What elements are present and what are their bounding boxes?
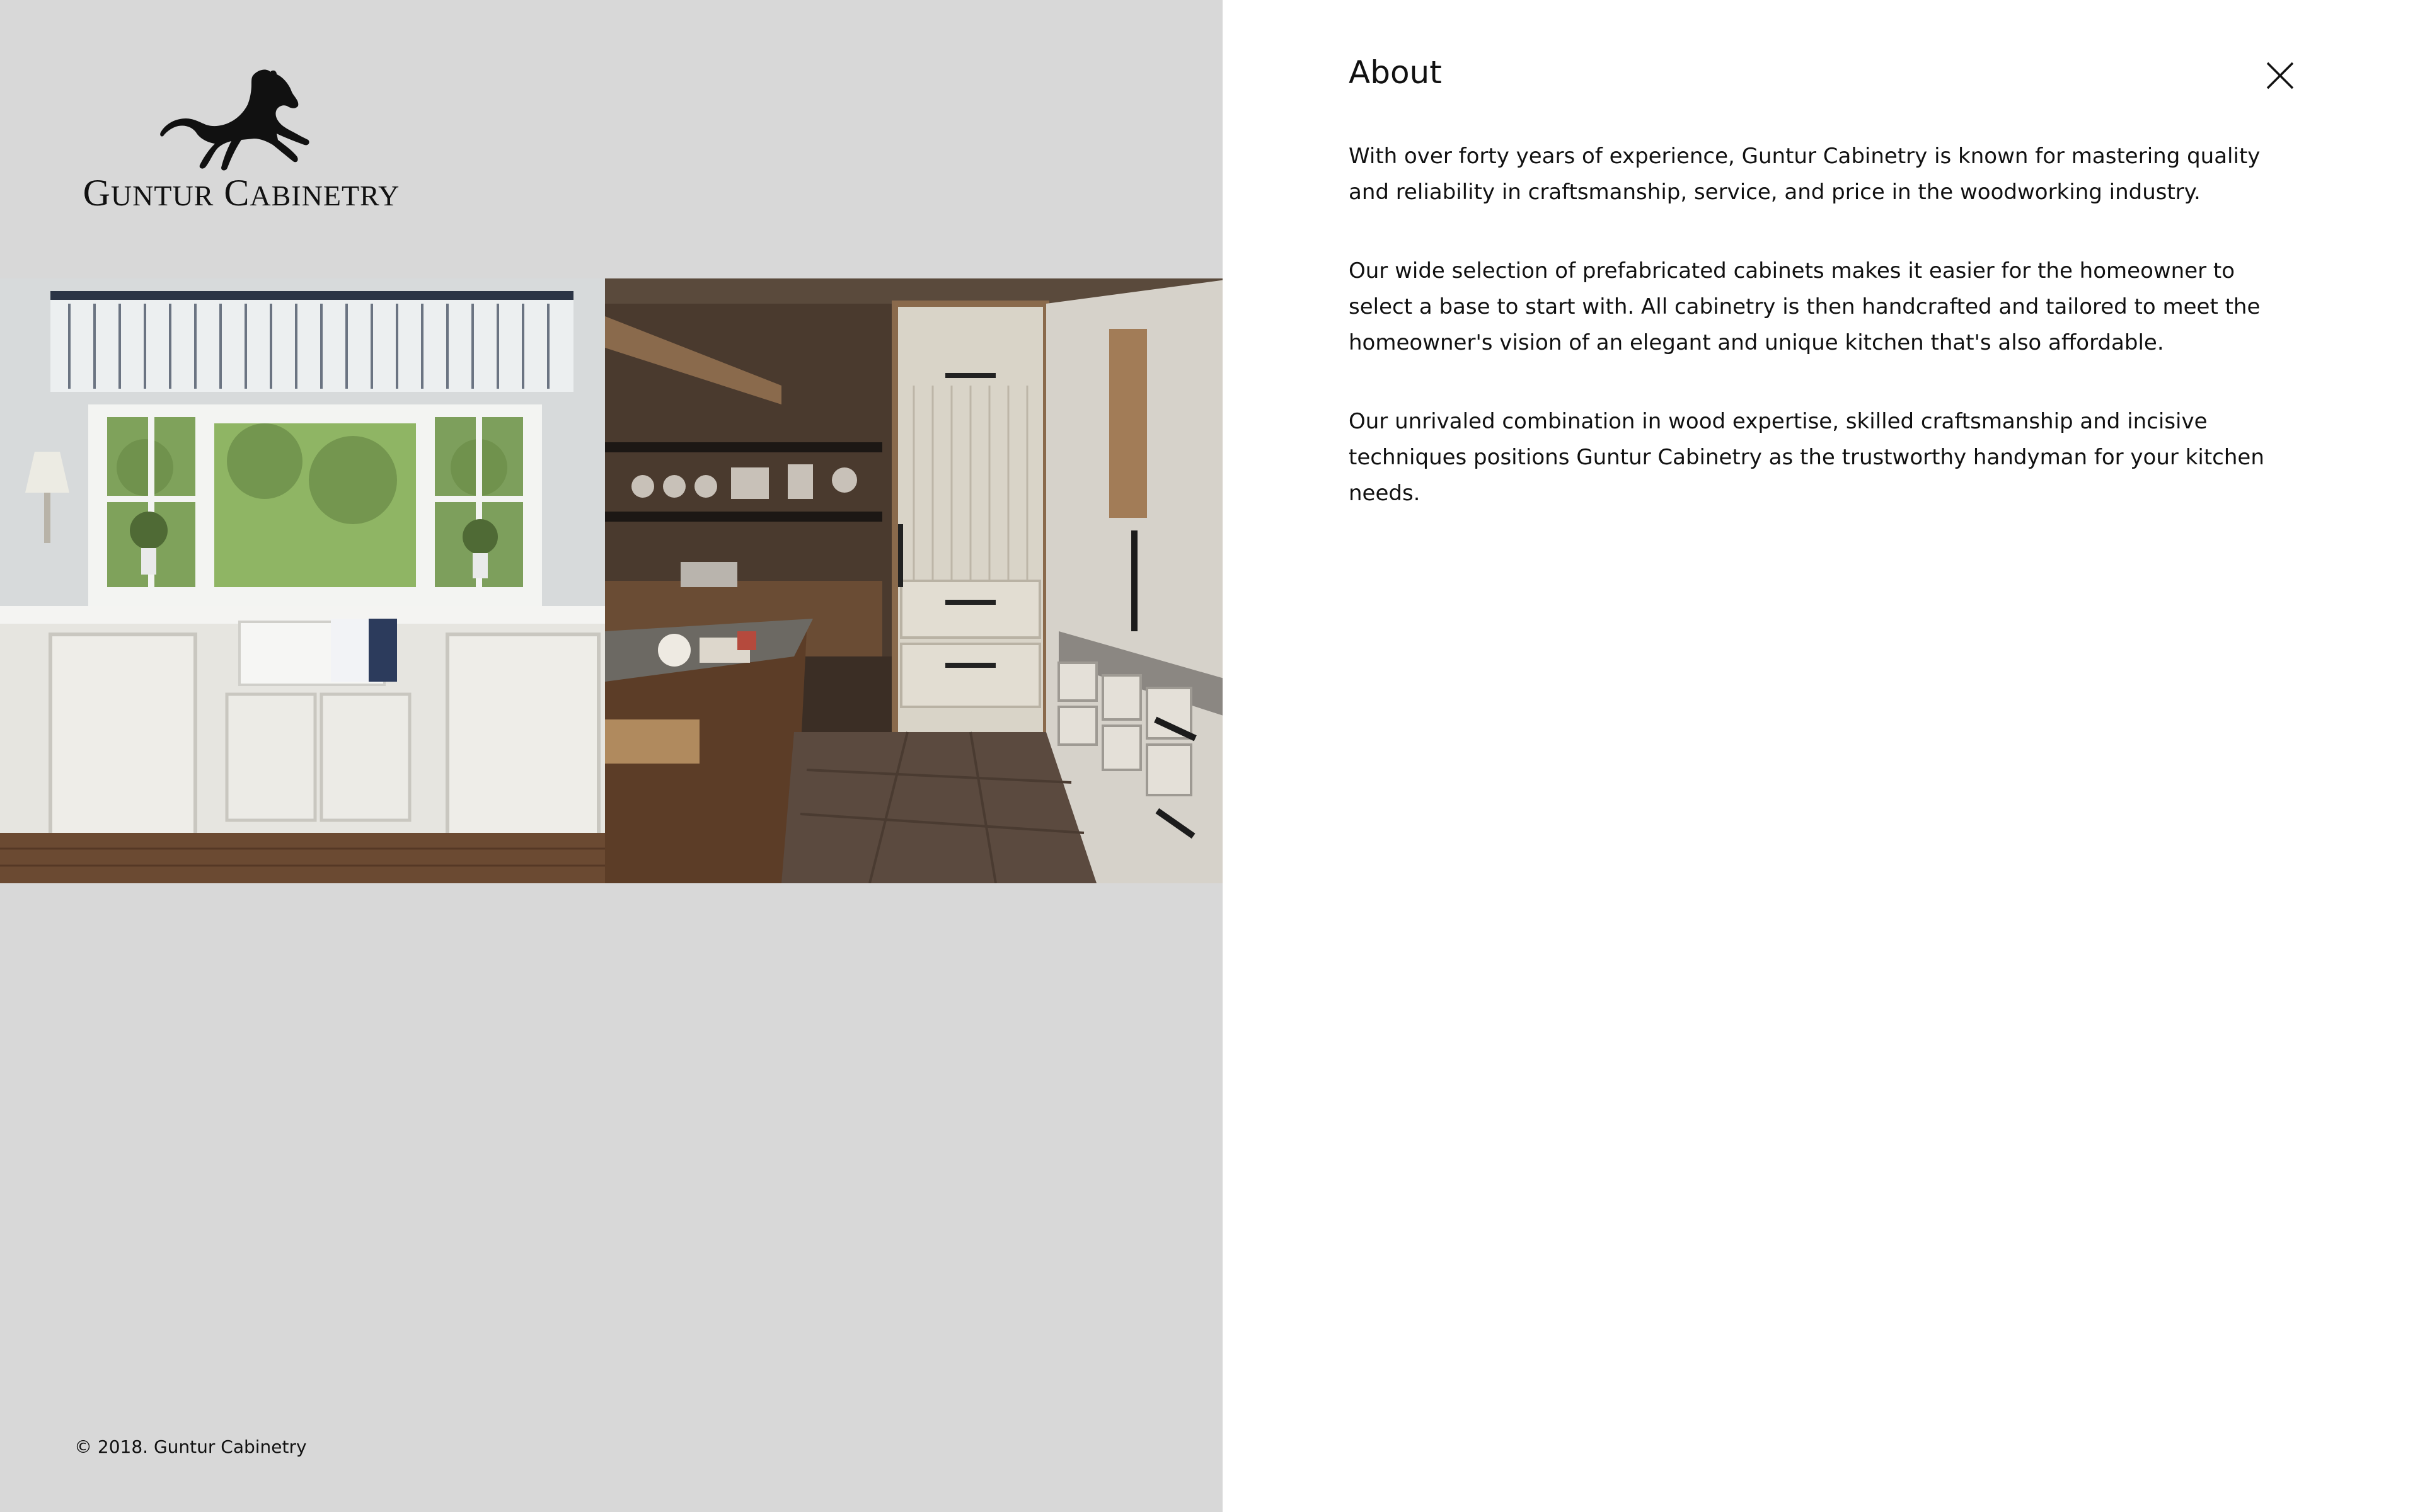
- close-icon: [2266, 62, 2294, 89]
- footer-copyright: © 2018. Guntur Cabinetry: [74, 1436, 307, 1457]
- about-paragraph: With over forty years of experience, Gun…: [1349, 144, 2261, 205]
- gallery-image-wood-kitchen[interactable]: [605, 278, 1235, 883]
- brand-logo[interactable]: GUNTUR CABINETRY: [74, 68, 408, 214]
- about-panel: About With over forty years of experienc…: [1223, 0, 2420, 1512]
- close-button[interactable]: [2262, 58, 2298, 93]
- about-paragraph: Our unrivaled combination in wood expert…: [1349, 409, 2264, 506]
- brand-wordmark: GUNTUR CABINETRY: [83, 172, 400, 214]
- gallery-image-white-kitchen[interactable]: [0, 278, 605, 883]
- left-panel: GUNTUR CABINETRY © 2018. Guntur Cabinetr…: [0, 0, 1235, 1512]
- about-paragraph: Our wide selection of prefabricated cabi…: [1349, 258, 2261, 355]
- about-body: With over forty years of experience, Gun…: [1349, 139, 2300, 554]
- kitchen-gallery: [0, 278, 1235, 883]
- about-title: About: [1349, 54, 1442, 91]
- horse-icon: [160, 69, 309, 171]
